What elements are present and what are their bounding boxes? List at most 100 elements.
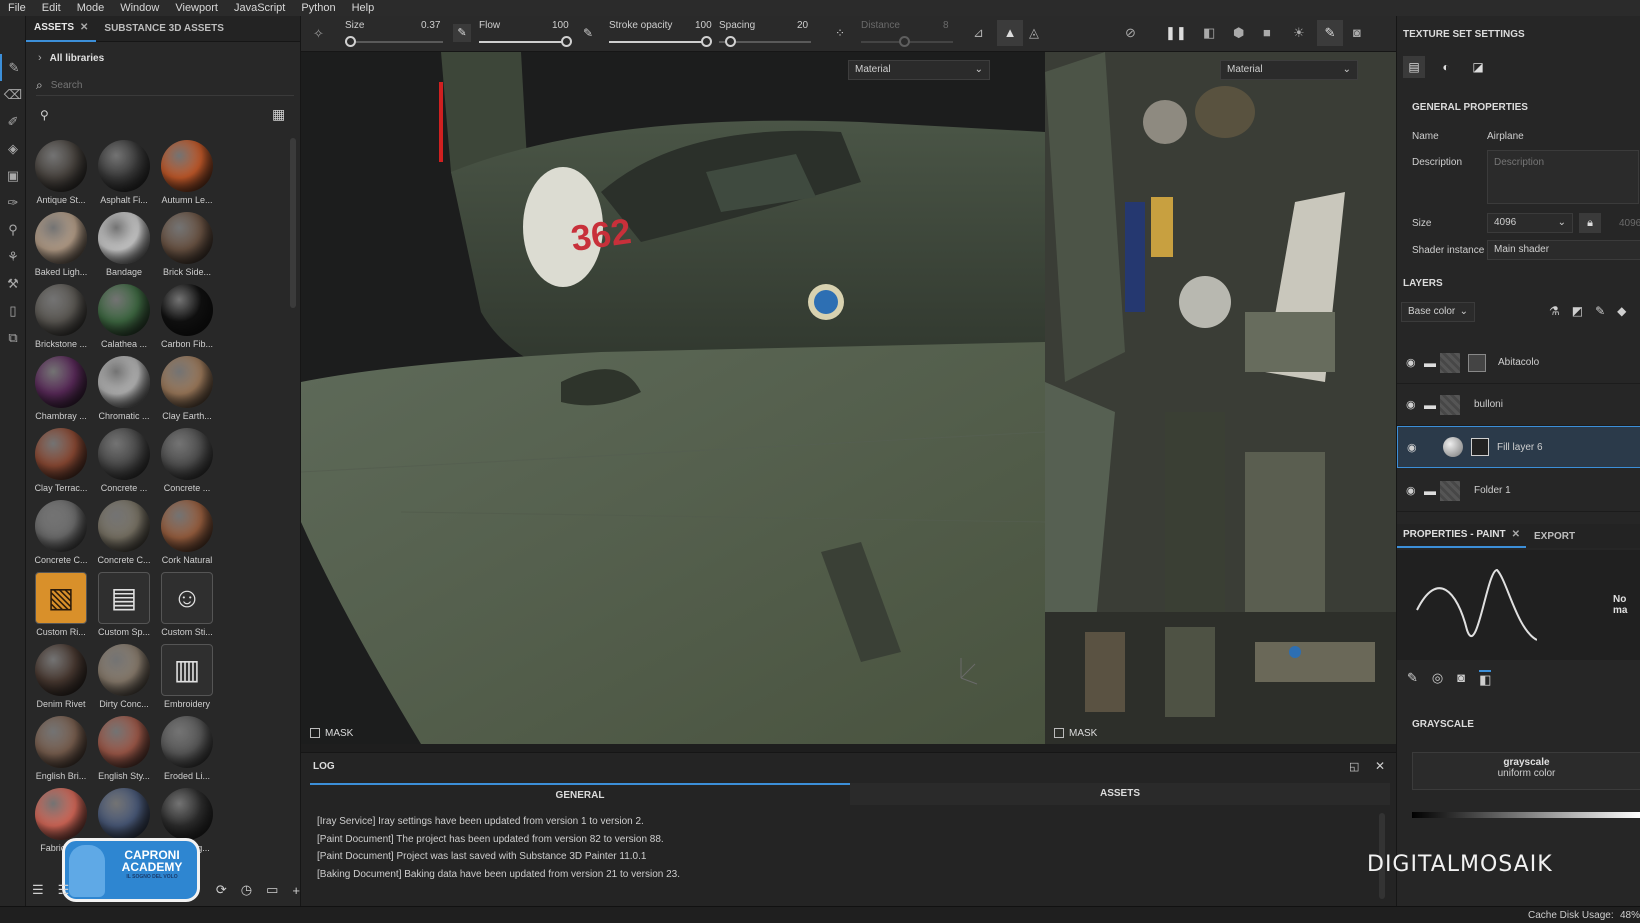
paint-mode-icon[interactable]: ✎ (1317, 20, 1343, 46)
menu-edit[interactable]: Edit (34, 2, 69, 14)
folder-icon[interactable]: ▭ (266, 882, 278, 898)
asset-item[interactable]: Bandage (93, 212, 155, 284)
asset-item[interactable]: Concrete C... (30, 500, 92, 572)
asset-item[interactable]: ▤ Custom Sp... (93, 572, 155, 644)
add-fill-layer-icon[interactable]: ◆ (1617, 304, 1626, 318)
assets-scrollbar[interactable] (290, 138, 296, 308)
mask-checkbox[interactable] (1054, 728, 1064, 738)
tab-assets[interactable]: ASSETS ✕ (26, 16, 97, 42)
material-picker-icon[interactable]: ⚘ (0, 243, 26, 270)
texture-set-list-icon[interactable]: ▤ (1403, 56, 1425, 78)
polygon-fill-icon[interactable]: ▣ (0, 162, 26, 189)
asset-item[interactable]: Asphalt Fi... (93, 140, 155, 212)
menu-mode[interactable]: Mode (69, 2, 113, 14)
asset-item[interactable]: Autumn Le... (156, 140, 218, 212)
viewport-3d[interactable]: 362 Material ⌄ MASK (301, 52, 1045, 744)
asset-item[interactable]: Dirty Conc... (93, 644, 155, 716)
mask-checkbox[interactable] (310, 728, 320, 738)
smudge-icon[interactable]: ✑ (0, 189, 26, 216)
maximize-icon[interactable]: ◱ (1349, 760, 1359, 773)
lock-icon[interactable]: 🔒︎ (1579, 213, 1601, 233)
name-value[interactable]: Airplane (1487, 131, 1524, 142)
distance-slider[interactable]: Distance 8 (861, 20, 953, 47)
pressure-flow-icon[interactable]: ✎ (583, 26, 593, 40)
camera-view-icon[interactable]: ■ (1263, 25, 1271, 40)
eye-icon[interactable]: ◉ (1406, 398, 1424, 411)
grid-view-icon[interactable]: ▦ (272, 106, 285, 123)
search-input[interactable] (50, 80, 271, 91)
list-menu-icon[interactable]: ☰ (32, 882, 44, 898)
close-icon[interactable]: ✕ (1512, 524, 1520, 546)
asset-item[interactable]: Carbon Fib... (156, 284, 218, 356)
grayscale-resource-slot[interactable]: grayscale uniform color (1412, 752, 1640, 790)
add-mask-icon[interactable]: ◩ (1572, 304, 1583, 318)
asset-item[interactable]: Baked Ligh... (30, 212, 92, 284)
add-icon[interactable]: + (292, 883, 300, 898)
mask-toggle-3d[interactable]: MASK (301, 722, 353, 744)
asset-item[interactable]: Concrete C... (93, 500, 155, 572)
pressure-size-icon[interactable]: ✎ (453, 24, 471, 42)
tab-log-general[interactable]: GENERAL (310, 783, 850, 805)
eraser-icon[interactable]: ⌫ (0, 81, 26, 108)
menu-window[interactable]: Window (112, 2, 167, 14)
render-icon[interactable]: ☀ (1293, 25, 1305, 41)
stencil-icon[interactable]: ◧ (1479, 670, 1492, 688)
layer-item-abitacolo[interactable]: ◉ ▬ Abitacolo (1397, 342, 1640, 384)
close-icon[interactable]: ✕ (1375, 759, 1385, 773)
breadcrumb[interactable]: › All libraries (38, 52, 104, 64)
pause-icon[interactable]: ❚❚ (1165, 25, 1187, 41)
shader-instance-dropdown[interactable]: Main shader (1487, 240, 1640, 260)
eye-icon[interactable]: ◉ (1406, 356, 1424, 369)
menu-viewport[interactable]: Viewport (167, 2, 226, 14)
clone-stamp-icon[interactable]: ⚲ (0, 216, 26, 243)
uv-icon[interactable]: ◪ (1467, 56, 1489, 78)
layer-item-bulloni[interactable]: ◉ ▬ bulloni (1397, 384, 1640, 426)
bake-icon[interactable]: ⚒ (0, 270, 26, 297)
refresh-icon[interactable]: ⟳ (216, 882, 227, 898)
eye-icon[interactable]: ◉ (1407, 441, 1425, 454)
asset-item[interactable]: Calathea ... (93, 284, 155, 356)
material-icon[interactable]: ◎ (1432, 670, 1443, 688)
asset-item[interactable]: ▥ Embroidery (156, 644, 218, 716)
asset-item[interactable]: Brick Side... (156, 212, 218, 284)
layer-item-folder-1[interactable]: ◉ ▬ Folder 1 (1397, 470, 1640, 512)
tree-view-icon[interactable]: ☷ (58, 882, 70, 898)
asset-item[interactable]: Denim Rivet (30, 644, 92, 716)
viewport-2d-uv[interactable]: Material ⌄ MASK (1045, 52, 1396, 744)
close-icon[interactable]: ✕ (80, 22, 88, 33)
asset-item[interactable]: English Sty... (93, 716, 155, 788)
asset-item[interactable]: Concrete ... (93, 428, 155, 500)
eye-icon[interactable]: ◉ (1406, 484, 1424, 497)
hide-icon[interactable]: ⊘ (1125, 25, 1136, 41)
display-settings-icon[interactable]: ◐ (1435, 56, 1457, 78)
camera-icon[interactable]: ⧉ (0, 324, 26, 351)
asset-item[interactable]: Brickstone ... (30, 284, 92, 356)
physical-icon[interactable]: ◬ (1029, 25, 1039, 41)
description-field[interactable] (1487, 150, 1639, 204)
tab-log-assets[interactable]: ASSETS (850, 783, 1390, 805)
asset-item[interactable]: Clay Earth... (156, 356, 218, 428)
spacing-slider[interactable]: Spacing 20 (719, 20, 811, 47)
size-slider[interactable]: Size 0.37 (345, 20, 443, 47)
menu-help[interactable]: Help (344, 2, 383, 14)
stroke-opacity-slider[interactable]: Stroke opacity 100 (609, 20, 713, 47)
tab-substance-3d-assets[interactable]: SUBSTANCE 3D ASSETS (96, 16, 231, 42)
tab-export[interactable]: EXPORT (1526, 531, 1583, 542)
asset-item[interactable]: English Bri... (30, 716, 92, 788)
geometry-fill-icon[interactable]: ◈ (0, 135, 26, 162)
tab-properties-paint[interactable]: PROPERTIES - PAINT ✕ (1397, 524, 1526, 548)
display-icon[interactable]: ⬢ (1233, 25, 1244, 41)
asset-item[interactable]: Chambray ... (30, 356, 92, 428)
size-dropdown[interactable]: 4096 ⌄ (1487, 213, 1573, 233)
symmetry-icon[interactable]: ✧ (313, 26, 324, 42)
add-paint-layer-icon[interactable]: ✎ (1595, 304, 1605, 318)
asset-item[interactable]: ☺ Custom Sti... (156, 572, 218, 644)
asset-item[interactable]: Chromatic ... (93, 356, 155, 428)
asset-item[interactable]: Concrete ... (156, 428, 218, 500)
viewport-uv-channel-dropdown[interactable]: Material ⌄ (1220, 60, 1358, 80)
menu-file[interactable]: File (0, 2, 34, 14)
measure-icon[interactable]: ▯ (0, 297, 26, 324)
lazy-mouse-icon[interactable]: ⁘ (835, 26, 845, 40)
history-icon[interactable]: ◷ (241, 882, 252, 898)
asset-item[interactable]: Eroded Li... (156, 716, 218, 788)
